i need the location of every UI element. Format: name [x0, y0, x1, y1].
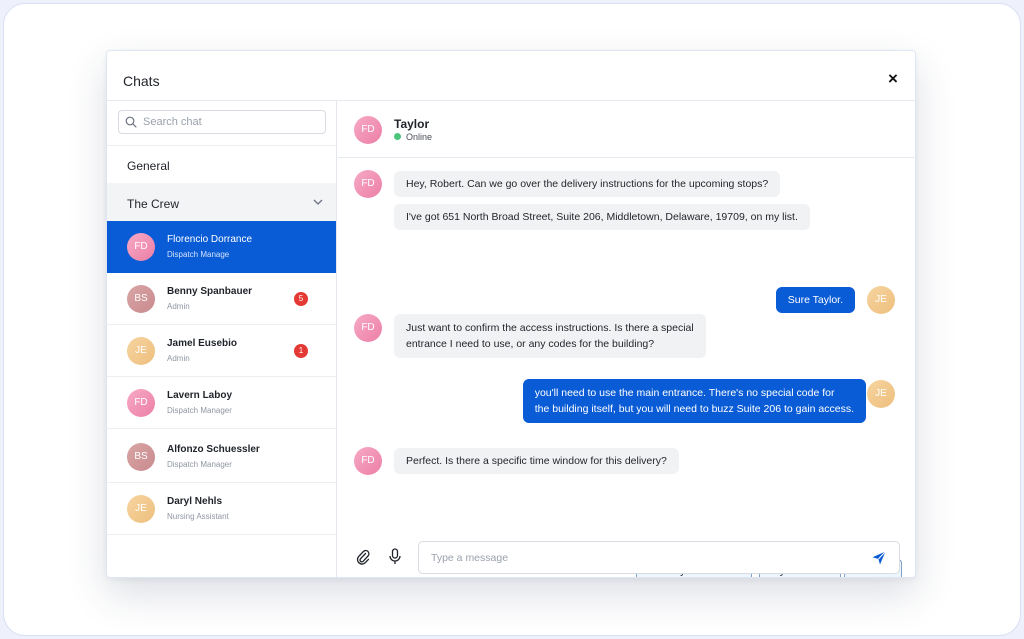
avatar: JE: [867, 286, 895, 314]
avatar: JE: [127, 495, 155, 523]
search-input[interactable]: [143, 112, 321, 132]
message-bubble-outgoing: you'll need to use the main entrance. Th…: [522, 379, 866, 423]
message-input[interactable]: [431, 548, 851, 568]
group-the-crew[interactable]: The Crew: [107, 183, 336, 221]
avatar: BS: [127, 285, 155, 313]
chat-panel: FD Taylor Online FD Hey, Robert. Can we …: [338, 101, 915, 577]
avatar: BS: [127, 443, 155, 471]
unread-badge: 1: [294, 344, 308, 358]
avatar: JE: [127, 337, 155, 365]
avatar: FD: [354, 170, 382, 198]
online-status-text: Online: [406, 132, 433, 142]
chat-header: FD Taylor Online: [338, 101, 915, 158]
group-the-crew-label: The Crew: [127, 197, 180, 211]
message-line: entrance I need to use, or any codes for…: [406, 338, 655, 350]
microphone-icon[interactable]: [388, 548, 402, 566]
contact-role: Admin: [167, 354, 190, 363]
group-general[interactable]: General: [107, 145, 336, 183]
contact-role: Admin: [167, 302, 190, 311]
group-general-label: General: [127, 159, 170, 173]
chats-window: Chats × General The Crew FD Florencio Do…: [106, 50, 916, 578]
contact-name: Alfonzo Schuessler: [167, 444, 260, 455]
close-icon[interactable]: ×: [885, 70, 901, 87]
message-bubble-incoming: Hey, Robert. Can we go over the delivery…: [394, 171, 781, 197]
chat-sidebar: General The Crew FD Florencio Dorrance D…: [107, 101, 337, 577]
message-bubble-incoming: Just want to confirm the access instruct…: [394, 314, 706, 358]
send-icon[interactable]: [871, 550, 887, 566]
message-bubble-incoming: I've got 651 North Broad Street, Suite 2…: [394, 204, 810, 230]
chat-contact-name: Taylor: [394, 117, 430, 131]
chevron-down-icon[interactable]: [312, 196, 324, 208]
message-line: Just want to confirm the access instruct…: [406, 322, 694, 334]
search-box[interactable]: [118, 110, 326, 134]
contact-role: Dispatch Manage: [167, 250, 230, 259]
avatar: FD: [127, 233, 155, 261]
contact-item[interactable]: JE Daryl Nehls Nursing Assistant: [107, 483, 336, 535]
avatar: FD: [127, 389, 155, 417]
message-line: the building itself, but you will need t…: [534, 403, 854, 415]
contact-name: Benny Spanbauer: [167, 286, 253, 297]
contact-name: Jamel Eusebio: [167, 338, 238, 349]
avatar: FD: [354, 314, 382, 342]
message-line: you'll need to use the main entrance. Th…: [534, 387, 835, 399]
contact-name: Florencio Dorrance: [167, 234, 253, 245]
avatar: FD: [354, 447, 382, 475]
contact-role: Nursing Assistant: [167, 512, 229, 521]
contact-item[interactable]: BS Alfonzo Schuessler Dispatch Manager: [107, 431, 336, 483]
contact-item[interactable]: FD Lavern Laboy Dispatch Manager: [107, 377, 336, 429]
window-header: Chats ×: [107, 51, 915, 101]
online-status-dot: [394, 133, 401, 140]
contact-item[interactable]: FD Florencio Dorrance Dispatch Manage: [107, 221, 336, 273]
search-icon: [125, 116, 137, 128]
contact-item[interactable]: JE Jamel Eusebio Admin 1: [107, 325, 336, 377]
unread-badge: 5: [294, 292, 308, 306]
contact-name: Daryl Nehls: [167, 496, 223, 507]
contact-item[interactable]: BS Benny Spanbauer Admin 5: [107, 273, 336, 325]
contact-role: Dispatch Manager: [167, 406, 232, 415]
attachment-icon[interactable]: [356, 549, 370, 565]
window-title: Chats: [123, 73, 160, 89]
avatar: JE: [867, 380, 895, 408]
message-composer[interactable]: [418, 541, 900, 574]
contact-role: Dispatch Manager: [167, 460, 232, 469]
contact-name: Lavern Laboy: [167, 390, 233, 401]
avatar: FD: [354, 116, 382, 144]
message-bubble-outgoing: Sure Taylor.: [775, 287, 855, 313]
message-bubble-incoming: Perfect. Is there a specific time window…: [394, 448, 679, 474]
